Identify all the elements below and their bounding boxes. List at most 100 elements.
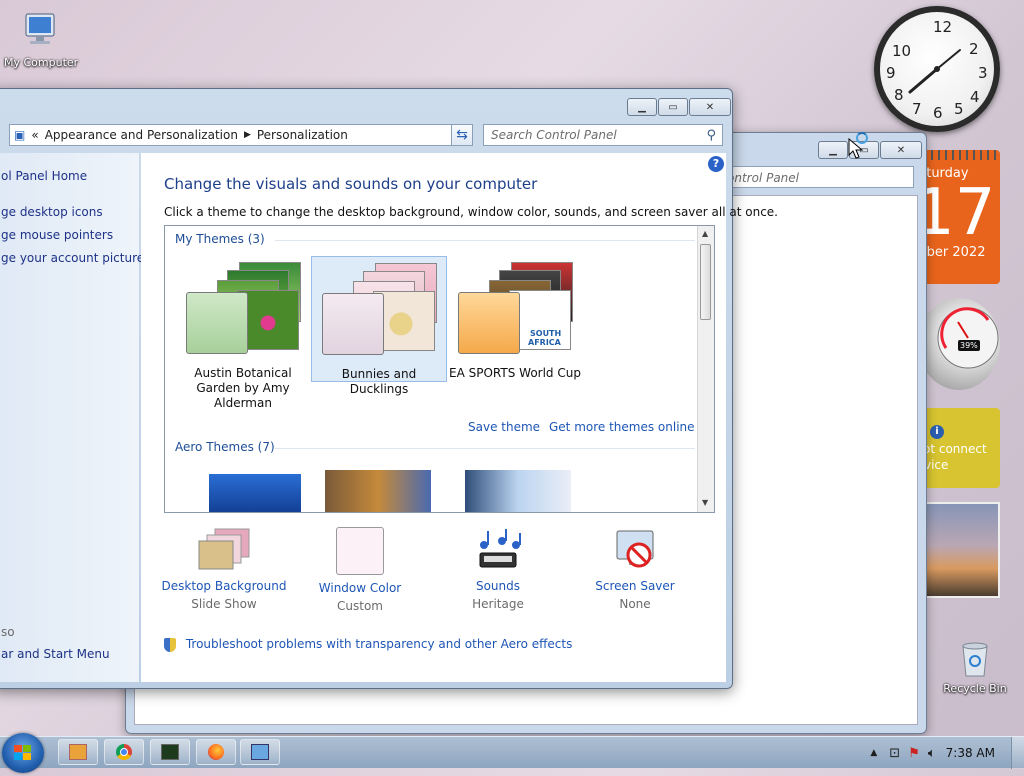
firefox-icon xyxy=(208,744,224,760)
recycle-bin-desktop-icon[interactable]: Recycle Bin xyxy=(940,636,1010,695)
page-subtitle: Click a theme to change the desktop back… xyxy=(164,205,778,219)
taskbar-control-panel[interactable] xyxy=(240,739,280,765)
computer-icon xyxy=(25,13,55,44)
breadcrumb-appearance[interactable]: Appearance and Personalization xyxy=(45,128,238,142)
maximize-button[interactable]: ▭ xyxy=(658,98,688,116)
back-search-input[interactable]: ontrol Panel xyxy=(722,166,914,188)
close-button[interactable]: ✕ xyxy=(880,141,922,159)
taskbar: ▲ ⊡ ⚑ 🔈︎ 7:38 AM xyxy=(0,733,1024,773)
search-icon[interactable]: ⚲ xyxy=(706,126,716,146)
setting-value: Custom xyxy=(337,599,383,613)
cpu-meter-gadget[interactable]: 39% xyxy=(918,298,1000,390)
shield-icon xyxy=(164,637,176,652)
notice-text-2: vice xyxy=(924,458,949,472)
ea-logo-text-1: SOUTH xyxy=(530,329,562,338)
theme-bunnies-ducklings[interactable]: Bunnies and Ducklings xyxy=(311,256,447,396)
get-more-themes-link[interactable]: Get more themes online xyxy=(549,420,695,434)
aero-theme-thumbnail[interactable] xyxy=(209,474,301,512)
control-panel-icon: ▣ xyxy=(14,128,26,142)
breadcrumb-personalization[interactable]: Personalization xyxy=(257,128,348,142)
my-computer-desktop-icon[interactable]: My Computer xyxy=(4,10,78,69)
chrome-icon xyxy=(116,744,132,760)
scroll-up-icon[interactable]: ▲ xyxy=(702,229,708,238)
theme-ea-sports[interactable]: SOUTH AFRICA EA SPORTS World Cup xyxy=(447,256,583,381)
network-icon[interactable]: ⊡ xyxy=(889,746,900,761)
aero-theme-thumbnail[interactable] xyxy=(325,470,431,512)
taskbar-chrome[interactable] xyxy=(104,739,144,765)
screen-saver-setting[interactable]: Screen Saver None xyxy=(570,527,700,611)
navigation-pane: ol Panel Home ge desktop icons ge mouse … xyxy=(0,153,144,682)
setting-title: Sounds xyxy=(475,579,521,593)
music-notes-icon xyxy=(479,529,521,568)
themes-list[interactable]: My Themes (3) Austin Botanical Garden by… xyxy=(164,225,715,513)
close-button[interactable]: ✕ xyxy=(689,98,731,116)
change-desktop-icons-link[interactable]: ge desktop icons xyxy=(1,205,103,219)
theme-name: Austin Botanical Garden by Amy Alderman xyxy=(194,366,292,410)
desktop-background-icon xyxy=(198,528,250,570)
aero-themes-heading: Aero Themes (7) xyxy=(175,440,694,454)
search-input[interactable]: Search Control Panel ⚲ xyxy=(483,124,723,146)
window-color-icon xyxy=(336,527,384,575)
ea-logo-text-2: AFRICA xyxy=(528,338,561,347)
see-also-heading: so xyxy=(1,625,15,639)
themes-scrollbar[interactable]: ▲ ▼ xyxy=(697,226,714,512)
control-panel-icon xyxy=(251,744,269,760)
recycle-bin-icon xyxy=(962,642,988,677)
troubleshoot-row[interactable]: Troubleshoot problems with transparency … xyxy=(164,637,572,652)
task-manager-icon xyxy=(161,744,179,760)
minimize-button[interactable]: ▁ xyxy=(627,98,657,116)
show-desktop-button[interactable] xyxy=(1011,737,1024,769)
busy-indicator-icon xyxy=(856,132,868,144)
action-center-icon[interactable]: ⚑ xyxy=(908,746,920,761)
change-mouse-pointers-link[interactable]: ge mouse pointers xyxy=(1,228,113,242)
my-themes-heading: My Themes (3) xyxy=(175,232,694,246)
save-theme-link[interactable]: Save theme xyxy=(468,420,540,434)
clock-gadget[interactable]: 12 2 3 4 5 6 7 8 9 10 xyxy=(874,6,1000,132)
calendar-rings xyxy=(924,150,1000,160)
taskbar-media-player[interactable] xyxy=(58,739,98,765)
desktop-background-setting[interactable]: Desktop Background Slide Show xyxy=(159,527,289,611)
theme-thumbnail xyxy=(317,257,441,361)
windows-logo-icon xyxy=(14,745,31,760)
calendar-gadget[interactable]: Saturday 17 mber 2022 xyxy=(924,150,1000,284)
aero-theme-thumbnail[interactable] xyxy=(465,470,571,512)
setting-value: None xyxy=(619,597,651,611)
recycle-bin-label: Recycle Bin xyxy=(943,682,1007,695)
refresh-button[interactable]: ⇆ xyxy=(451,124,473,146)
meter-percent: 39% xyxy=(958,340,980,351)
address-bar[interactable]: ▣ « Appearance and Personalization ▶ Per… xyxy=(9,124,467,146)
help-icon[interactable]: ? xyxy=(708,156,724,172)
taskbar-firefox[interactable] xyxy=(196,739,236,765)
setting-title: Screen Saver xyxy=(595,579,675,593)
scroll-down-icon[interactable]: ▼ xyxy=(702,498,708,507)
window-color-setting[interactable]: Window Color Custom xyxy=(295,527,425,613)
theme-name: Bunnies and Ducklings xyxy=(341,367,417,396)
address-chevron[interactable]: « xyxy=(31,128,38,142)
show-hidden-icons-icon[interactable]: ▲ xyxy=(870,748,877,758)
sounds-setting[interactable]: Sounds Heritage xyxy=(433,527,563,611)
personalization-window[interactable]: ▁ ▭ ✕ ▣ « Appearance and Personalization… xyxy=(0,88,778,689)
scroll-thumb[interactable] xyxy=(700,244,711,320)
media-player-icon xyxy=(69,744,87,760)
slideshow-gadget[interactable] xyxy=(924,502,1000,598)
weather-gadget[interactable]: i ot connect vice xyxy=(924,408,1000,488)
troubleshoot-link[interactable]: Troubleshoot problems with transparency … xyxy=(186,637,573,651)
taskbar-start-menu-link[interactable]: ar and Start Menu xyxy=(1,647,110,661)
setting-value: Slide Show xyxy=(191,597,257,611)
calendar-date: 17 xyxy=(924,176,996,250)
start-button[interactable] xyxy=(2,733,44,773)
search-placeholder: Search Control Panel xyxy=(491,128,617,142)
minimize-button[interactable]: ▁ xyxy=(818,141,848,159)
change-account-picture-link[interactable]: ge your account picture xyxy=(1,251,144,265)
window-controls: ▁ ▭ ✕ xyxy=(627,98,731,116)
theme-austin-botanical[interactable]: Austin Botanical Garden by Amy Alderman xyxy=(175,256,311,411)
setting-title: Window Color xyxy=(318,581,402,595)
taskbar-task-manager[interactable] xyxy=(150,739,190,765)
theme-thumbnail xyxy=(181,256,305,360)
control-panel-home-link[interactable]: ol Panel Home xyxy=(1,169,87,183)
volume-icon[interactable]: 🔈︎ xyxy=(928,746,936,761)
taskbar-clock[interactable]: 7:38 AM xyxy=(946,746,995,760)
screen-saver-icon xyxy=(616,530,654,568)
breadcrumb-separator-icon: ▶ xyxy=(243,130,251,140)
page-title: Change the visuals and sounds on your co… xyxy=(164,175,538,193)
